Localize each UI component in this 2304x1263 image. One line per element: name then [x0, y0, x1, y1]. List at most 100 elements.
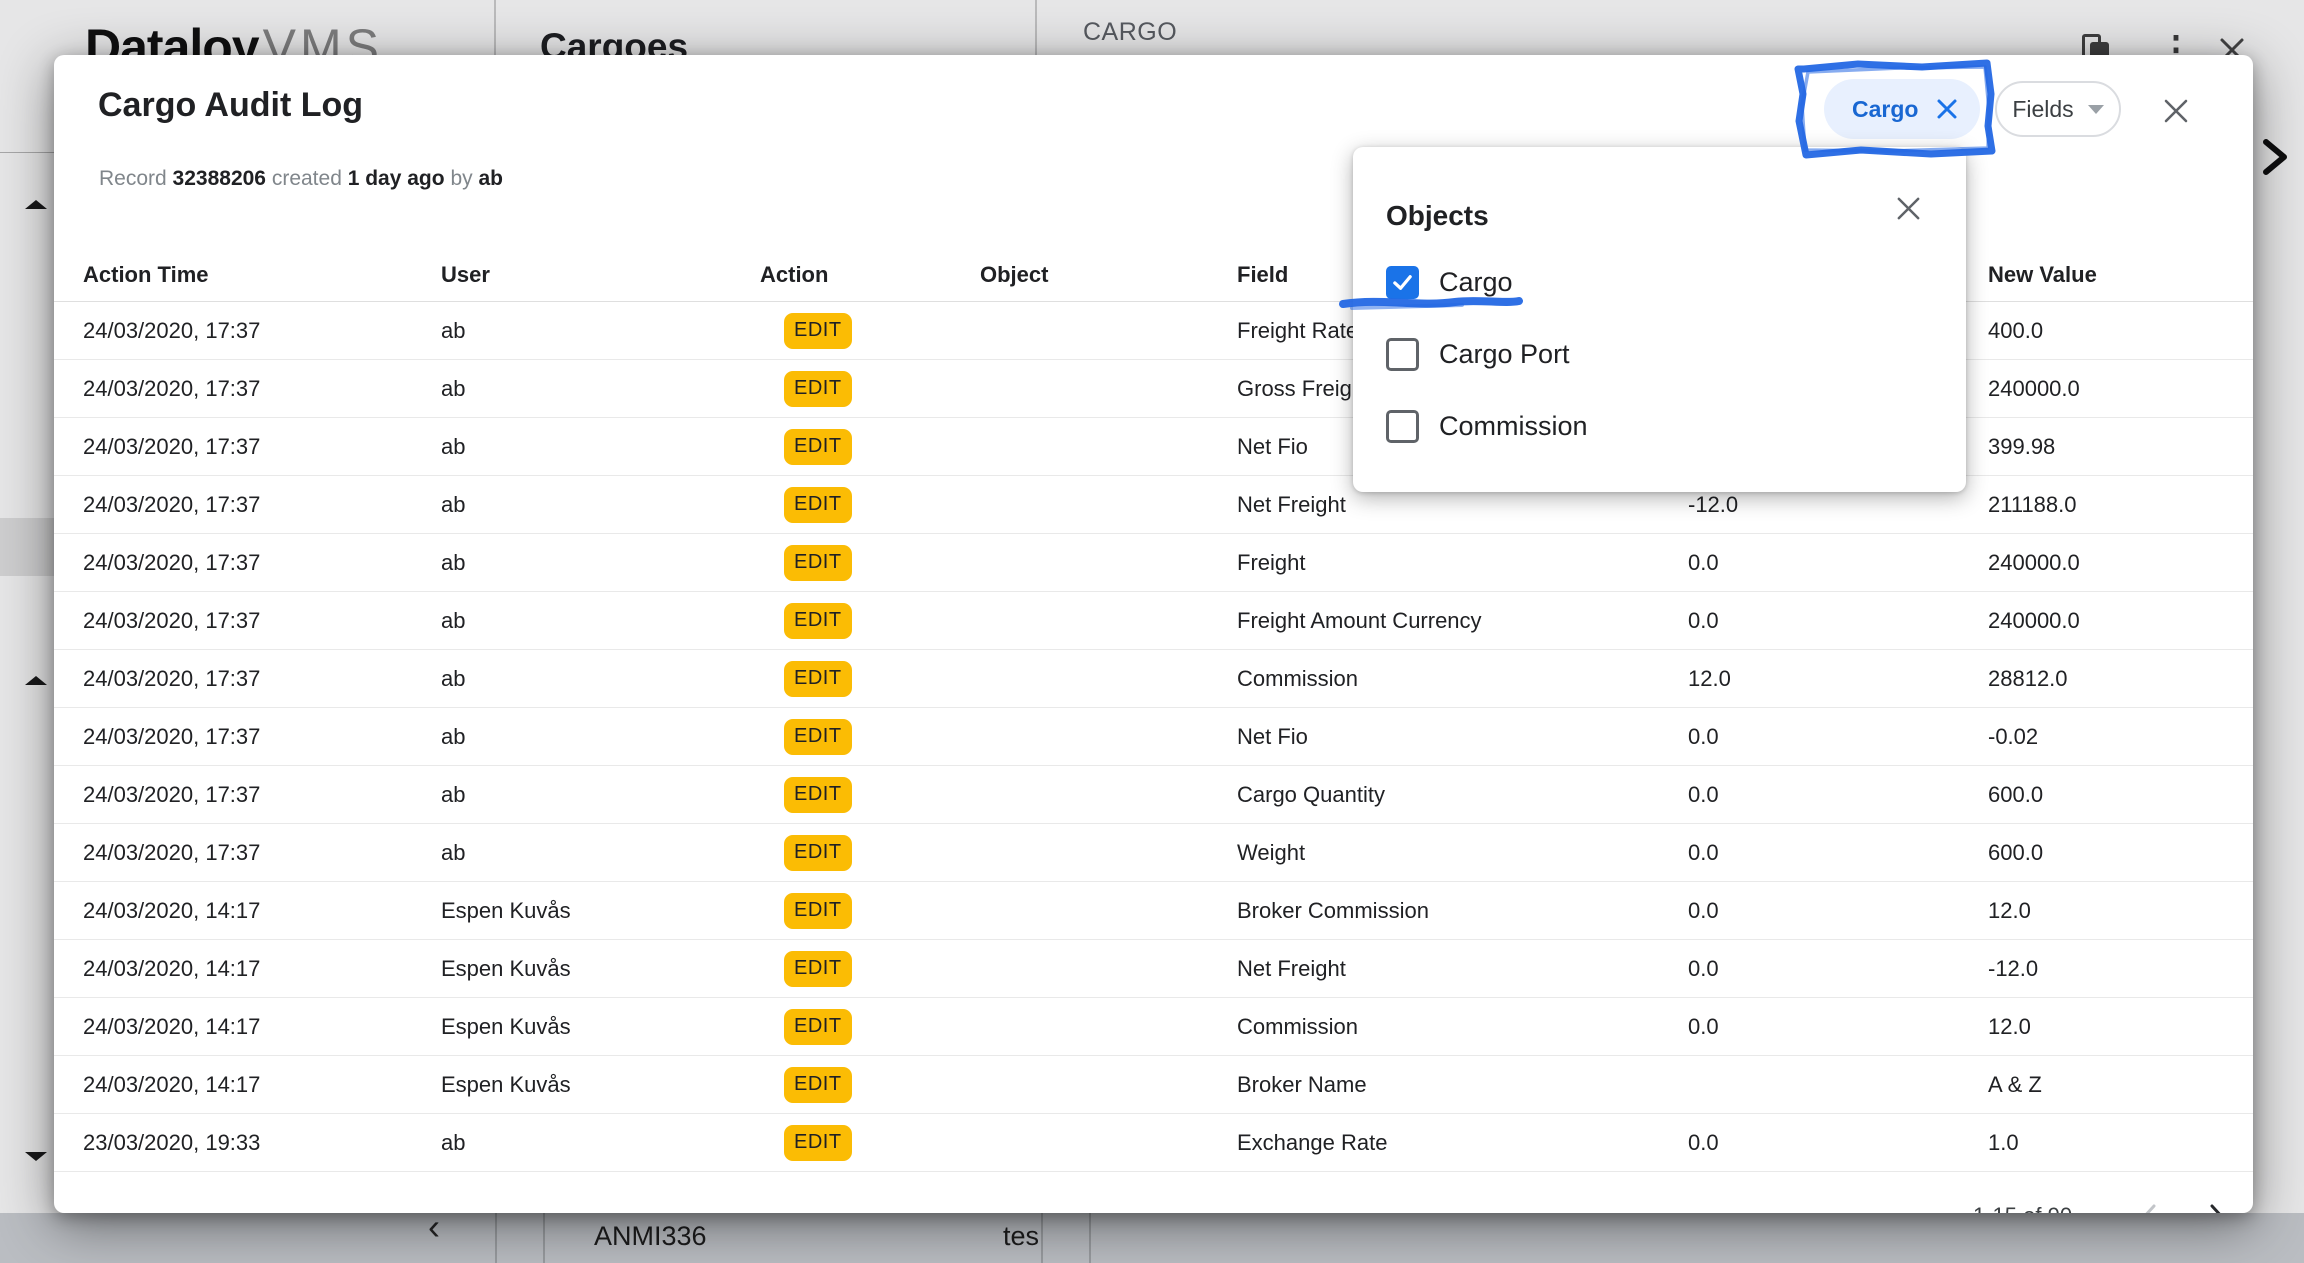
created-ago: 1 day ago — [348, 167, 445, 190]
cell-field: Freight — [1237, 550, 1688, 576]
cell-field: Broker Name — [1237, 1072, 1688, 1098]
cell-action-time: 24/03/2020, 17:37 — [83, 840, 441, 866]
cell-new-value: -12.0 — [1988, 956, 2253, 982]
objects-popup-title: Objects — [1386, 200, 1489, 232]
action-badge: EDIT — [784, 1067, 852, 1103]
next-page-icon[interactable] — [2202, 1201, 2232, 1213]
column-header: Action Time — [83, 262, 441, 288]
action-badge: EDIT — [784, 545, 852, 581]
cell-action: EDIT — [760, 429, 980, 465]
cell-action-time: 24/03/2020, 14:17 — [83, 1014, 441, 1040]
action-badge: EDIT — [784, 1125, 852, 1161]
cell-old-value: 0.0 — [1688, 956, 1988, 982]
cell-action: EDIT — [760, 893, 980, 929]
cell-new-value: 600.0 — [1988, 782, 2253, 808]
record-label: Record — [99, 167, 167, 190]
table-row: 24/03/2020, 14:17Espen Kuvås EDIT Net Frei… — [54, 940, 2253, 998]
cell-new-value: 28812.0 — [1988, 666, 2253, 692]
action-badge: EDIT — [784, 371, 852, 407]
cell-user: ab — [441, 608, 760, 634]
cell-old-value: 0.0 — [1688, 608, 1988, 634]
cell-action-time: 24/03/2020, 17:37 — [83, 666, 441, 692]
objects-popup-close-button[interactable] — [1891, 191, 1925, 225]
close-icon — [2162, 97, 2190, 125]
cell-user: ab — [441, 376, 760, 402]
action-badge: EDIT — [784, 1009, 852, 1045]
cell-user: ab — [441, 434, 760, 460]
checkbox-checked-icon[interactable] — [1386, 266, 1419, 299]
cell-old-value: -12.0 — [1688, 492, 1988, 518]
cell-new-value: 240000.0 — [1988, 550, 2253, 576]
record-summary: Record 32388206 created 1 day ago by ab — [99, 167, 503, 191]
cell-action-time: 24/03/2020, 14:17 — [83, 956, 441, 982]
cell-action-time: 23/03/2020, 19:33 — [83, 1130, 441, 1156]
modal-close-button[interactable] — [2158, 93, 2194, 129]
cell-action: EDIT — [760, 371, 980, 407]
cell-action: EDIT — [760, 545, 980, 581]
cell-action-time: 24/03/2020, 17:37 — [83, 376, 441, 402]
object-option-cargo-port[interactable]: Cargo Port — [1353, 318, 1966, 390]
cell-old-value: 0.0 — [1688, 550, 1988, 576]
object-filter-chip[interactable]: Cargo — [1824, 79, 1980, 139]
created-by: ab — [478, 167, 503, 190]
table-row: 23/03/2020, 19:33abEDITExchange Rate0.01… — [54, 1114, 2253, 1172]
action-badge: EDIT — [784, 661, 852, 697]
cell-action-time: 24/03/2020, 17:37 — [83, 550, 441, 576]
cell-user: Espen Kuvås — [441, 1014, 760, 1040]
cell-user: ab — [441, 318, 760, 344]
pagination-range-label: 1-15 of 90 — [1973, 1203, 2072, 1213]
cell-old-value: 12.0 — [1688, 666, 1988, 692]
screen: DataloyVMS Cargoes CARGO ⋮ ‹ ANMI336 tes — [0, 0, 2304, 1263]
cell-field: Weight — [1237, 840, 1688, 866]
cell-new-value: 240000.0 — [1988, 376, 2253, 402]
table-row: 24/03/2020, 17:37abEDITFreight Amount Cu… — [54, 592, 2253, 650]
previous-page-icon[interactable] — [2134, 1201, 2164, 1213]
cell-old-value: 0.0 — [1688, 840, 1988, 866]
checkbox-unchecked-icon[interactable] — [1386, 410, 1419, 443]
cell-new-value: 400.0 — [1988, 318, 2253, 344]
chip-label: Cargo — [1852, 96, 1918, 123]
action-badge: EDIT — [784, 951, 852, 987]
cell-user: ab — [441, 782, 760, 808]
cell-action-time: 24/03/2020, 17:37 — [83, 724, 441, 750]
object-option-cargo[interactable]: Cargo — [1353, 246, 1966, 318]
cell-new-value: 399.98 — [1988, 434, 2253, 460]
cell-new-value: -0.02 — [1988, 724, 2253, 750]
cell-user: ab — [441, 724, 760, 750]
cell-user: ab — [441, 666, 760, 692]
cell-new-value: 240000.0 — [1988, 608, 2253, 634]
checkbox-unchecked-icon[interactable] — [1386, 338, 1419, 371]
column-header: Object — [980, 262, 1237, 288]
chip-remove-icon[interactable] — [1936, 98, 1958, 120]
action-badge: EDIT — [784, 603, 852, 639]
cell-action: EDIT — [760, 951, 980, 987]
cell-new-value: 1.0 — [1988, 1130, 2253, 1156]
cell-new-value: 12.0 — [1988, 898, 2253, 924]
cell-user: ab — [441, 492, 760, 518]
fields-dropdown-button[interactable]: Fields — [1995, 81, 2121, 137]
cell-field: Net Fio — [1237, 724, 1688, 750]
cell-action: EDIT — [760, 487, 980, 523]
cell-field: Commission — [1237, 1014, 1688, 1040]
action-badge: EDIT — [784, 777, 852, 813]
option-label: Cargo — [1439, 267, 1513, 298]
cell-user: Espen Kuvås — [441, 898, 760, 924]
cell-action: EDIT — [760, 1125, 980, 1161]
column-header: Action — [760, 262, 980, 288]
option-label: Commission — [1439, 411, 1588, 442]
cell-old-value: 0.0 — [1688, 1130, 1988, 1156]
table-row: 24/03/2020, 14:17Espen Kuvås EDIT Commissi… — [54, 998, 2253, 1056]
cell-action: EDIT — [760, 719, 980, 755]
table-row: 24/03/2020, 14:17Espen KuvåsEDITBroker N… — [54, 1056, 2253, 1114]
cell-action-time: 24/03/2020, 17:37 — [83, 608, 441, 634]
cell-user: Espen Kuvås — [441, 956, 760, 982]
modal-title: Cargo Audit Log — [98, 86, 363, 125]
cell-field: Broker Commission — [1237, 898, 1688, 924]
close-icon — [1895, 195, 1922, 222]
cell-field: Net Freight — [1237, 956, 1688, 982]
cell-old-value: 0.0 — [1688, 724, 1988, 750]
cell-old-value: 0.0 — [1688, 898, 1988, 924]
object-option-commission[interactable]: Commission — [1353, 390, 1966, 462]
table-row: 24/03/2020, 17:37abEDITFreight0.0240000.… — [54, 534, 2253, 592]
table-row: 24/03/2020, 17:37abEDITWeight0.0600.0 — [54, 824, 2253, 882]
